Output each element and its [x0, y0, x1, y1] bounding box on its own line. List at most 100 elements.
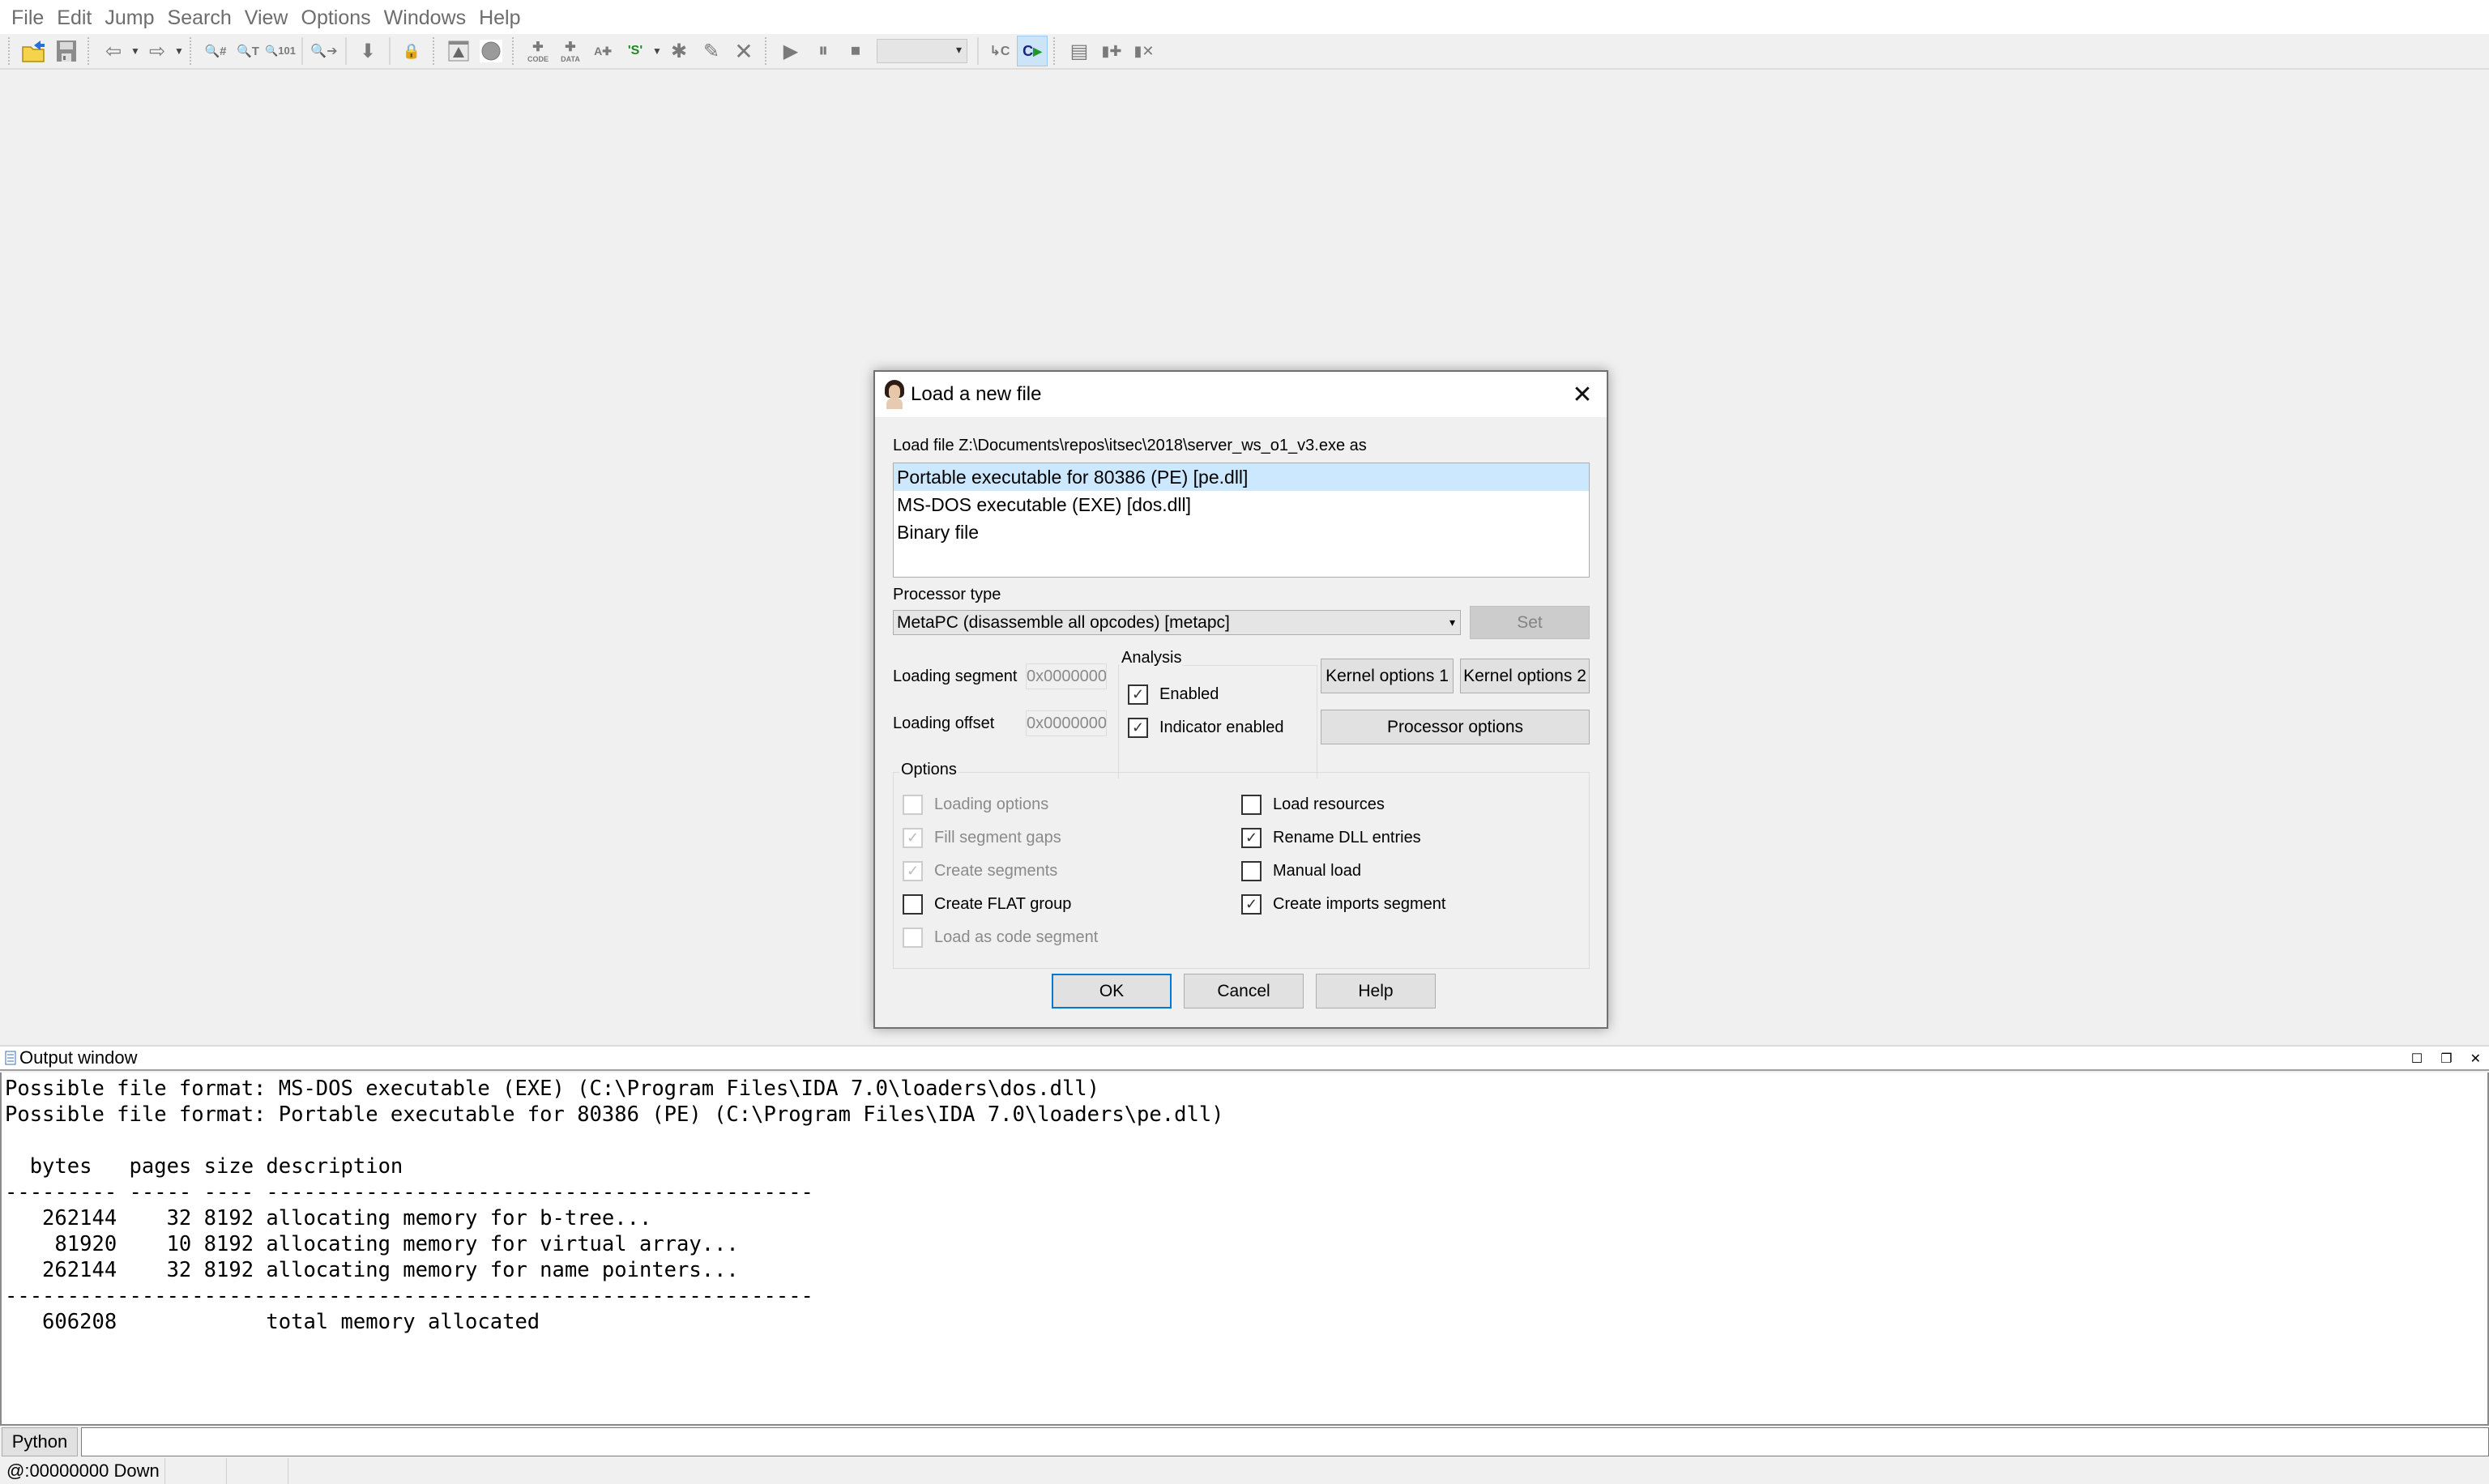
- add-segment-icon[interactable]: ▮✚: [1096, 36, 1127, 66]
- processor-type-select[interactable]: MetaPC (disassemble all opcodes) [metapc…: [893, 610, 1461, 635]
- fill-segment-gaps-checkbox[interactable]: ✓ Fill segment gaps: [903, 828, 1061, 848]
- output-line: Possible file format: MS-DOS executable …: [5, 1077, 1100, 1101]
- create-function-icon[interactable]: ✱: [664, 36, 694, 66]
- manual-load-checkbox[interactable]: Manual load: [1241, 861, 1361, 881]
- create-imports-segment-checkbox[interactable]: ✓ Create imports segment: [1241, 894, 1445, 915]
- cancel-button[interactable]: Cancel: [1184, 974, 1304, 1009]
- edit-function-icon[interactable]: ✎: [696, 36, 727, 66]
- checkmark-icon: ✓: [903, 861, 923, 881]
- dialog-title-bar[interactable]: Load a new file ✕: [875, 372, 1607, 417]
- pause-icon[interactable]: ⏸: [808, 36, 839, 66]
- checkmark-icon: ✓: [903, 828, 923, 848]
- python-language-button[interactable]: Python: [2, 1427, 78, 1456]
- toolbar-grip[interactable]: [8, 37, 13, 65]
- indicator-enabled-checkbox[interactable]: ✓ Indicator enabled: [1128, 718, 1283, 738]
- create-code-icon[interactable]: ✚ CODE: [523, 36, 553, 66]
- create-ascii-icon[interactable]: A✚: [587, 36, 618, 66]
- menu-options[interactable]: Options: [295, 0, 378, 34]
- processor-type-label: Processor type: [893, 586, 1001, 603]
- status-address: @:00000000 Down: [0, 1458, 165, 1484]
- search-next-icon[interactable]: 🔍➔: [309, 36, 339, 66]
- search-binary-icon[interactable]: 🔍#: [200, 36, 231, 66]
- loading-offset-input[interactable]: 0x00000000: [1026, 710, 1107, 736]
- output-window-text[interactable]: Possible file format: MS-DOS executable …: [0, 1072, 2489, 1426]
- toolbar-grip[interactable]: [765, 37, 770, 65]
- processor-type-value: MetaPC (disassemble all opcodes) [metapc…: [897, 613, 1230, 632]
- forward-dropdown-icon[interactable]: ▼: [173, 45, 185, 57]
- save-disk-icon[interactable]: [51, 36, 82, 66]
- loading-segment-input[interactable]: 0x00000000: [1026, 663, 1107, 689]
- chevron-down-icon: ▾: [1449, 616, 1455, 629]
- checkmark-icon: ✓: [1128, 684, 1148, 705]
- menu-view[interactable]: View: [238, 0, 295, 34]
- file-type-item-dos[interactable]: MS-DOS executable (EXE) [dos.dll]: [894, 491, 1589, 518]
- command-input[interactable]: [81, 1427, 2489, 1456]
- status-bar: @:00000000 Down: [0, 1458, 2489, 1484]
- dialog-title: Load a new file: [911, 383, 1042, 405]
- create-struct-icon[interactable]: 'S': [620, 36, 651, 66]
- toolbar-separator: [345, 37, 347, 65]
- menu-file[interactable]: File: [5, 0, 50, 34]
- toolbar-grip[interactable]: [1053, 37, 1058, 65]
- create-flat-group-checkbox[interactable]: Create FLAT group: [903, 894, 1071, 915]
- manage-segments-icon[interactable]: ▤: [1064, 36, 1095, 66]
- file-type-list[interactable]: Portable executable for 80386 (PE) [pe.d…: [893, 463, 1590, 578]
- command-line-row: Python: [0, 1427, 2489, 1456]
- jump-down-arrow-icon[interactable]: ⬇: [352, 36, 383, 66]
- ok-button[interactable]: OK: [1052, 974, 1172, 1009]
- file-type-item-binary[interactable]: Binary file: [894, 518, 1589, 546]
- ida-portrait-icon: [883, 380, 907, 409]
- set-button[interactable]: Set: [1470, 606, 1590, 639]
- load-file-dialog: Load a new file ✕ Load file Z:\Documents…: [873, 370, 1608, 1029]
- menu-edit[interactable]: Edit: [50, 0, 98, 34]
- load-file-label: Load file Z:\Documents\repos\itsec\2018\…: [893, 437, 1367, 454]
- run-play-icon[interactable]: ▶: [775, 36, 806, 66]
- struct-dropdown-icon[interactable]: ▼: [651, 45, 663, 57]
- output-window-icon: [5, 1051, 16, 1065]
- undefine-x-icon[interactable]: ✕: [728, 36, 759, 66]
- toolbar-grip[interactable]: [433, 37, 438, 65]
- create-segments-checkbox[interactable]: ✓ Create segments: [903, 861, 1057, 881]
- kernel-options-2-button[interactable]: Kernel options 2: [1460, 659, 1590, 693]
- back-dropdown-icon[interactable]: ▼: [130, 45, 141, 57]
- warning-window-icon[interactable]: [443, 36, 474, 66]
- help-button[interactable]: Help: [1316, 974, 1436, 1009]
- output-line: ​: [5, 1128, 2487, 1154]
- debugger-active-icon[interactable]: C ▶: [1017, 36, 1048, 66]
- open-folder-icon[interactable]: [19, 36, 49, 66]
- output-line: bytes pages size description: [5, 1154, 403, 1179]
- processor-options-button[interactable]: Processor options: [1321, 710, 1590, 744]
- forward-arrow-icon[interactable]: ⇨: [142, 36, 173, 66]
- delete-segment-icon[interactable]: ▮✕: [1129, 36, 1159, 66]
- output-line: ----------------------------------------…: [5, 1284, 813, 1308]
- close-icon[interactable]: ✕: [2470, 1051, 2481, 1067]
- loading-options-checkbox[interactable]: Loading options: [903, 795, 1048, 815]
- load-as-code-segment-checkbox[interactable]: Load as code segment: [903, 927, 1098, 948]
- step-into-icon[interactable]: ↳C: [984, 36, 1015, 66]
- create-data-icon[interactable]: ✚ DATA: [555, 36, 586, 66]
- toolbar-separator: [301, 37, 303, 65]
- load-resources-checkbox[interactable]: Load resources: [1241, 795, 1385, 815]
- menu-search[interactable]: Search: [161, 0, 238, 34]
- menu-windows[interactable]: Windows: [378, 0, 472, 34]
- toolbar-grip[interactable]: [88, 37, 92, 65]
- analysis-enabled-checkbox[interactable]: ✓ Enabled: [1128, 684, 1219, 705]
- loading-segment-label: Loading segment: [893, 667, 1018, 685]
- menu-jump[interactable]: Jump: [98, 0, 160, 34]
- back-arrow-icon[interactable]: ⇦: [98, 36, 129, 66]
- debugger-select[interactable]: [877, 39, 967, 63]
- menu-help[interactable]: Help: [472, 0, 527, 34]
- toolbar-grip[interactable]: [512, 37, 517, 65]
- kernel-options-1-button[interactable]: Kernel options 1: [1321, 659, 1454, 693]
- restore-icon[interactable]: ❐: [2440, 1051, 2452, 1067]
- toolbar-grip[interactable]: [190, 37, 194, 65]
- file-type-item-pe[interactable]: Portable executable for 80386 (PE) [pe.d…: [894, 463, 1589, 491]
- close-icon[interactable]: ✕: [1566, 378, 1599, 411]
- search-text-icon[interactable]: 🔍T: [233, 36, 263, 66]
- gray-circle-icon[interactable]: [476, 36, 506, 66]
- rename-dll-entries-checkbox[interactable]: ✓ Rename DLL entries: [1241, 828, 1421, 848]
- search-immediate-icon[interactable]: 🔍101: [265, 36, 296, 66]
- stop-icon[interactable]: ⏹: [840, 36, 871, 66]
- lock-icon[interactable]: 🔒: [396, 36, 427, 66]
- maximize-icon[interactable]: ☐: [2411, 1051, 2423, 1067]
